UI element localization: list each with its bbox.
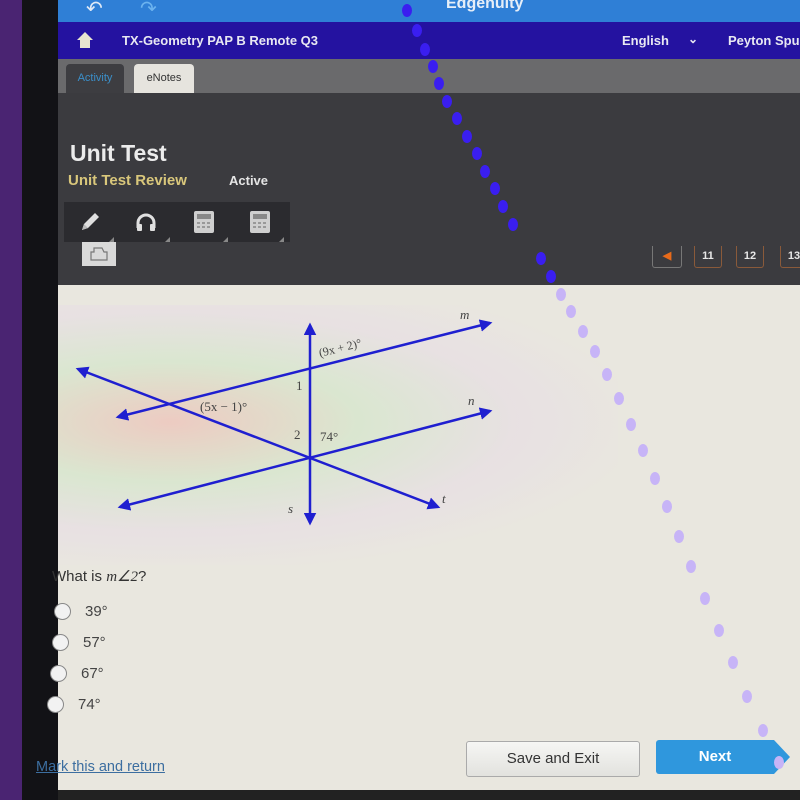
undo-arrow-icon[interactable]: ↶ — [86, 0, 103, 21]
headphones-icon[interactable] — [132, 208, 170, 242]
question-text: What is m∠2? — [52, 568, 147, 585]
course-navbar: TX-Geometry PAP B Remote Q3 English ⌄ Pe… — [58, 22, 800, 59]
device-bezel — [0, 0, 22, 800]
label-n: n — [468, 393, 475, 408]
label-t: t — [442, 491, 446, 506]
radio-button[interactable] — [52, 634, 69, 651]
user-name[interactable]: Peyton Spu — [728, 33, 800, 48]
radio-button[interactable] — [50, 665, 67, 682]
angle-label-1: 1 — [296, 378, 303, 393]
angle-label-left: (5x − 1)° — [200, 399, 247, 414]
answer-option[interactable]: 39° — [54, 603, 108, 620]
label-s: s — [288, 501, 293, 516]
next-button[interactable]: Next — [656, 740, 774, 774]
activity-header: Unit Test Unit Test Review Active ◀ 11 1… — [58, 93, 800, 285]
radio-button[interactable] — [54, 603, 71, 620]
angle-label-given: 74° — [320, 429, 338, 444]
question-page-11[interactable]: 11 — [694, 246, 722, 268]
pencil-icon[interactable] — [76, 208, 114, 242]
app-top-bar: ↶ ↷ Edgenuity — [58, 0, 800, 22]
question-page-12[interactable]: 12 — [736, 246, 764, 268]
calculator-icon[interactable] — [246, 208, 284, 242]
question-content: m n s t (9x + 2)° (5x − 1)° 1 2 74° What… — [36, 285, 800, 800]
save-and-exit-button[interactable]: Save and Exit — [466, 741, 640, 777]
calculator-icon[interactable] — [190, 208, 228, 242]
activity-subtitle: Unit Test Review — [68, 172, 187, 189]
geometry-diagram: m n s t (9x + 2)° (5x − 1)° 1 2 74° — [75, 307, 493, 526]
print-button[interactable] — [82, 242, 116, 266]
line-m — [115, 319, 493, 421]
tab-activity[interactable]: Activity — [66, 64, 124, 93]
question-page-13[interactable]: 13 — [780, 246, 800, 268]
device-bezel-bottom — [58, 790, 800, 800]
home-icon[interactable] — [76, 31, 94, 49]
label-m: m — [460, 307, 469, 322]
app-brand: Edgenuity — [446, 0, 524, 12]
tab-enotes[interactable]: eNotes — [134, 64, 194, 93]
status-badge: Active — [229, 173, 269, 188]
chevron-down-icon[interactable]: ⌄ — [688, 32, 698, 46]
answer-option[interactable]: 74° — [47, 696, 101, 713]
answer-option[interactable]: 67° — [50, 665, 104, 682]
mark-and-return-link[interactable]: Mark this and return — [36, 759, 165, 775]
print-icon — [90, 247, 108, 261]
angle-expression: m∠2 — [106, 569, 138, 585]
course-title: TX-Geometry PAP B Remote Q3 — [122, 33, 319, 48]
tools-toolbar — [64, 202, 290, 242]
redo-arrow-icon[interactable]: ↷ — [140, 0, 157, 21]
angle-label-2: 2 — [294, 427, 301, 442]
line-n — [117, 407, 493, 511]
language-select[interactable]: English — [622, 33, 669, 48]
radio-button[interactable] — [47, 696, 64, 713]
answer-option[interactable]: 57° — [52, 634, 106, 651]
page-title: Unit Test — [70, 140, 167, 166]
screen: ↶ ↷ Edgenuity TX-Geometry PAP B Remote Q… — [36, 0, 800, 800]
previous-question-button[interactable]: ◀ — [652, 246, 682, 268]
